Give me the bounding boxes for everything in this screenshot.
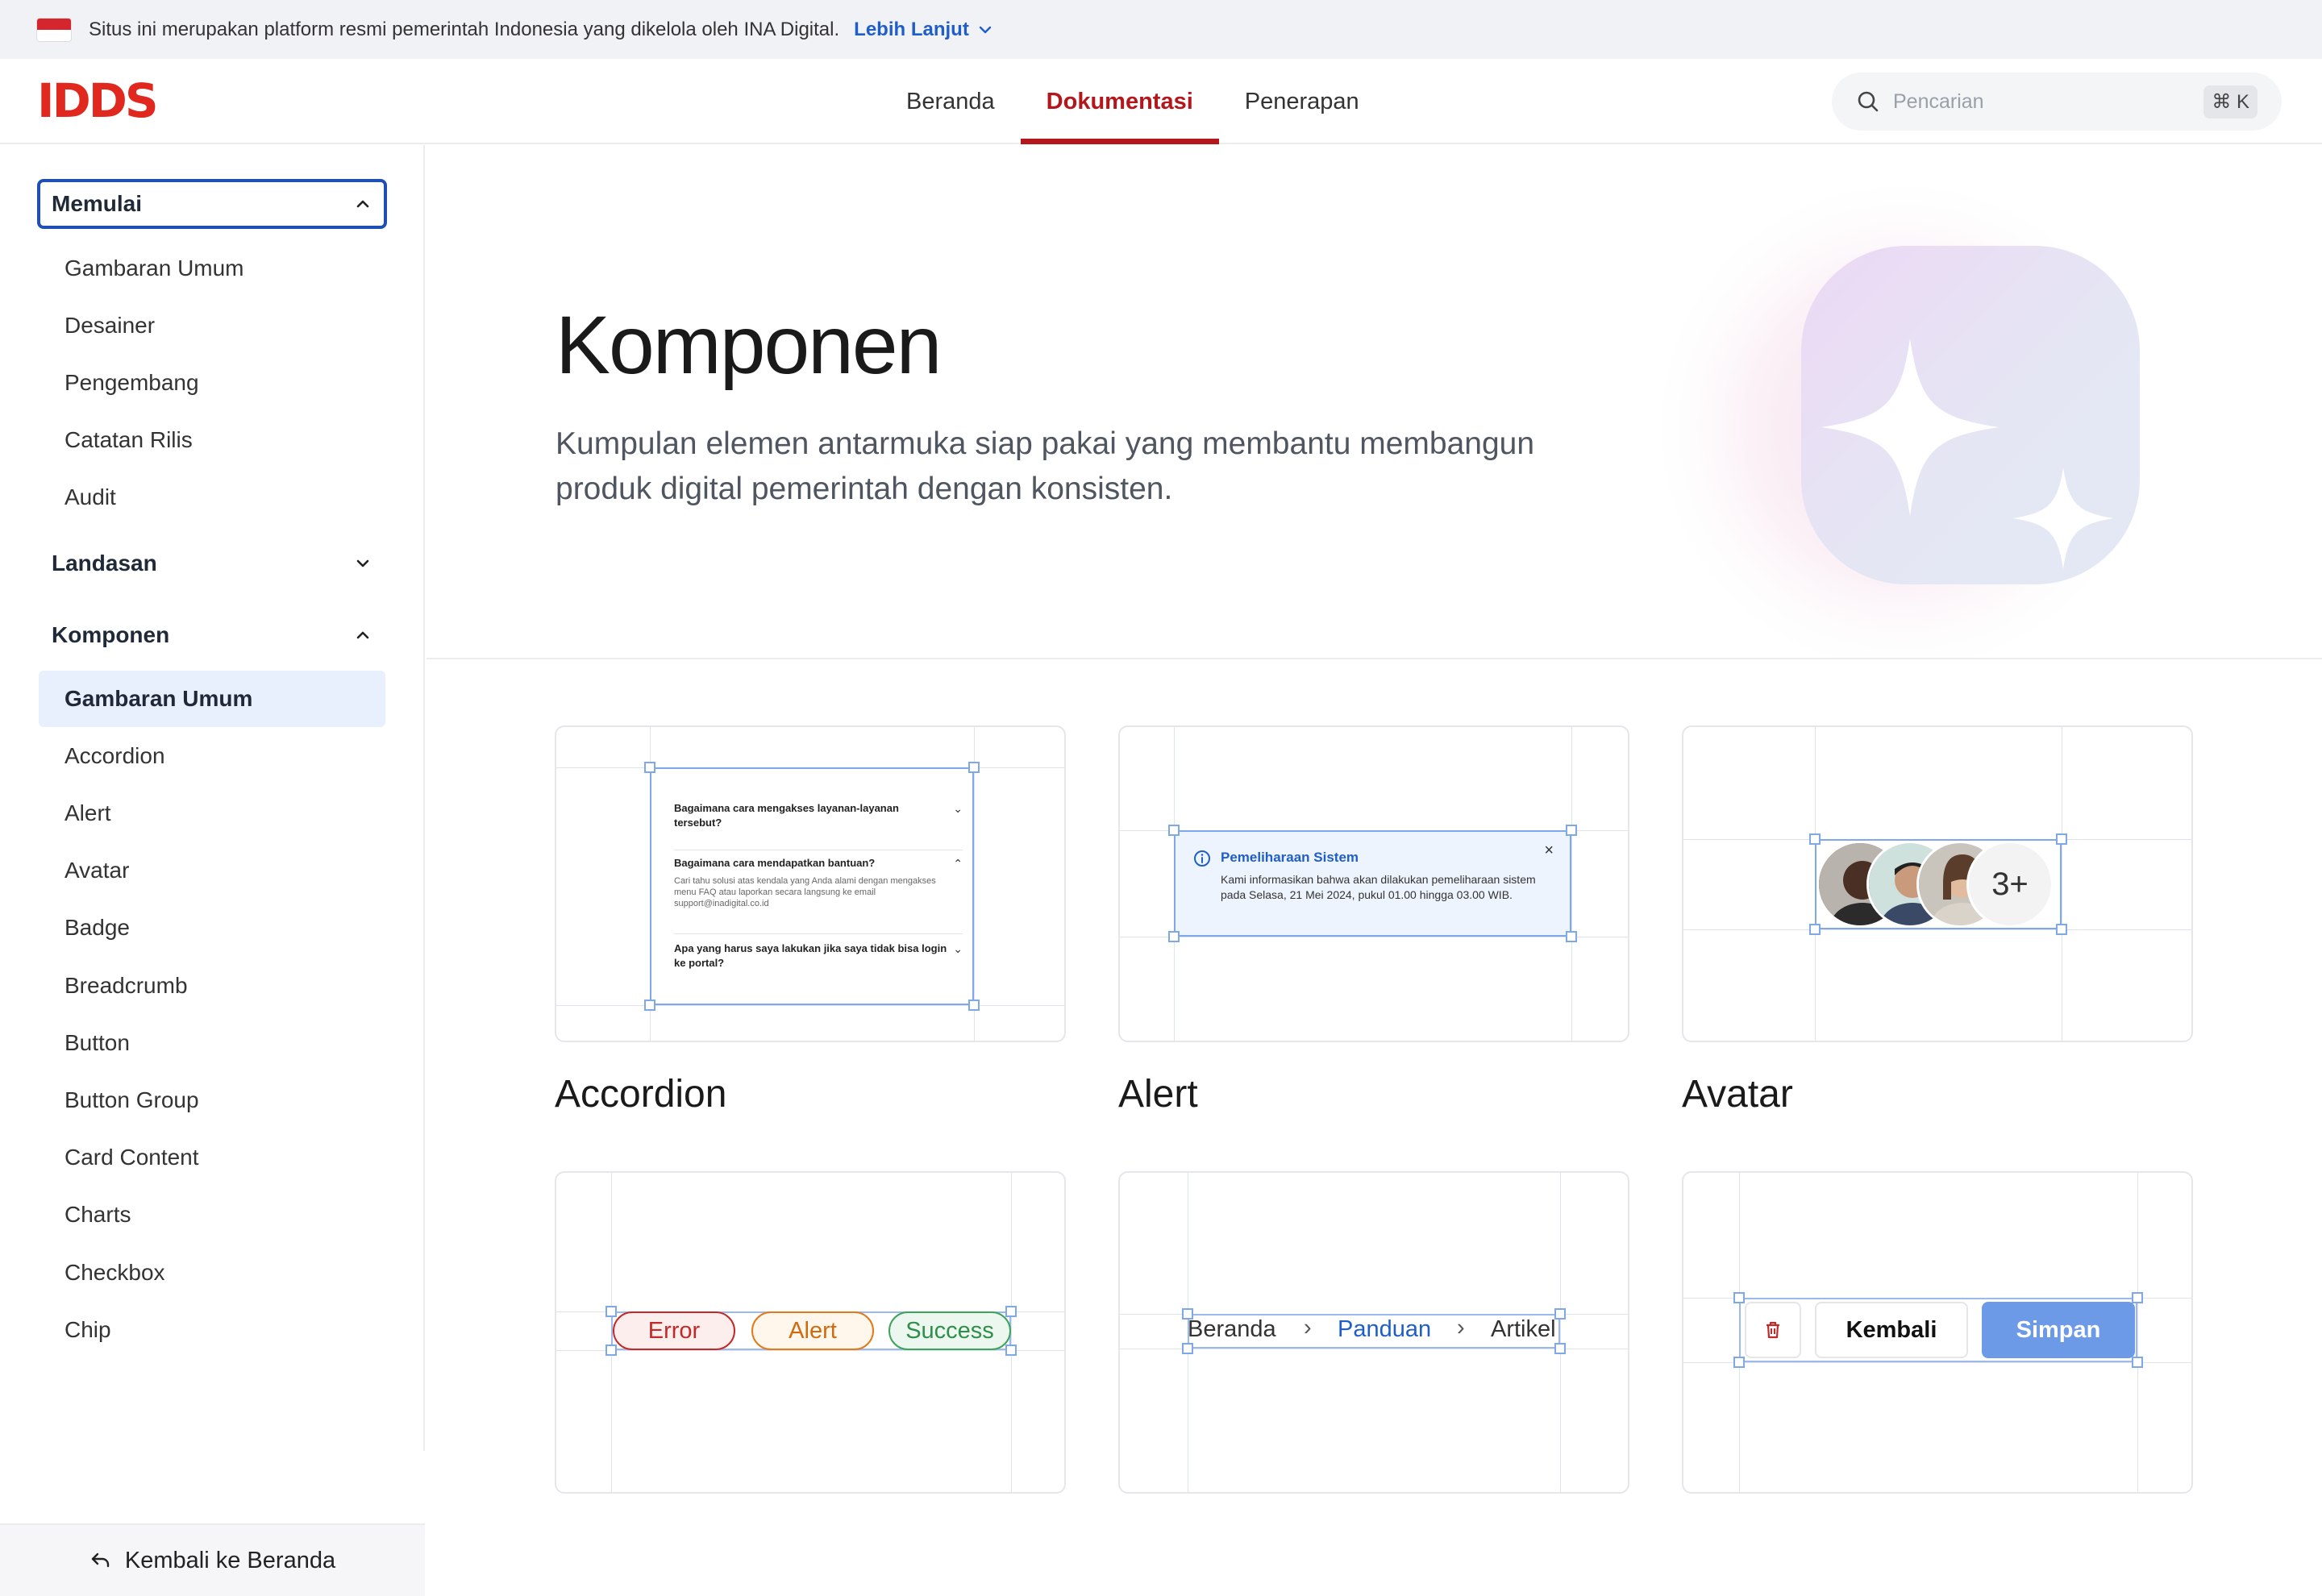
search-icon xyxy=(1858,91,1879,112)
site-header: IDDS Beranda Dokumentasi Penerapan ⌘ K xyxy=(0,59,2322,144)
section-title: Memulai xyxy=(52,191,143,216)
sidebar-item-catatan-rilis[interactable]: Catatan Rilis xyxy=(39,412,385,468)
alert-preview: Pemeliharaan Sistem Kami informasikan ba… xyxy=(1174,830,1571,937)
logo-text: IDDS xyxy=(37,73,159,128)
accordion-question-1: Bagaimana cara mengakses layanan-layanan… xyxy=(674,802,963,829)
sidebar-item-card-content[interactable]: Card Content xyxy=(39,1129,385,1186)
nav-item-beranda[interactable]: Beranda xyxy=(880,59,1021,144)
sidebar-item-avatar[interactable]: Avatar xyxy=(39,842,385,899)
card-preview: Bagaimana cara mengakses layanan-layanan… xyxy=(555,725,1066,1042)
accordion-question-2: Bagaimana cara mendapatkan bantuan? ⌃ Car… xyxy=(674,857,963,908)
banner-text: Situs ini merupakan platform resmi pemer… xyxy=(89,18,840,40)
return-arrow-icon xyxy=(91,1552,110,1568)
chevron-down-icon xyxy=(356,559,369,567)
sidebar-item-button-group[interactable]: Button Group xyxy=(39,1072,385,1128)
card-title: Avatar xyxy=(1682,1073,1793,1116)
breadcrumb-item: Beranda xyxy=(1188,1316,1276,1342)
hero-section: Komponen Kumpulan elemen antarmuka siap … xyxy=(427,145,2322,659)
idds-logo[interactable]: IDDS xyxy=(37,73,159,128)
government-banner: Situs ini merupakan platform resmi pemer… xyxy=(0,0,2322,59)
component-card-alert[interactable]: Pemeliharaan Sistem Kami informasikan ba… xyxy=(1118,725,1629,1120)
sidebar-item-audit[interactable]: Audit xyxy=(39,469,385,526)
breadcrumb-item: Panduan xyxy=(1338,1316,1432,1342)
sidebar-item-accordion[interactable]: Accordion xyxy=(39,728,385,784)
save-button: Simpan xyxy=(1982,1302,2135,1358)
nav-item-dokumentasi[interactable]: Dokumentasi xyxy=(1020,59,1219,144)
info-icon xyxy=(1194,850,1210,867)
component-card-badge[interactable]: Error Alert Success xyxy=(555,1171,1066,1494)
trash-icon xyxy=(1766,1321,1779,1339)
back-label: Kembali ke Beranda xyxy=(124,1547,336,1573)
sidebar-item-button[interactable]: Button xyxy=(39,1015,385,1071)
card-title: Accordion xyxy=(555,1073,727,1116)
component-card-button[interactable]: Kembali Simpan xyxy=(1682,1171,2193,1494)
sidebar-item-komponen-gambaran-umum[interactable]: Gambaran Umum xyxy=(39,671,385,727)
card-preview: Error Alert Success xyxy=(555,1171,1066,1494)
sidebar-section-komponen[interactable]: Komponen xyxy=(37,610,387,660)
search-box[interactable]: ⌘ K xyxy=(1832,73,2282,131)
delete-button xyxy=(1745,1302,1801,1358)
search-shortcut-badge: ⌘ K xyxy=(2203,85,2258,118)
sidebar-item-desainer[interactable]: Desainer xyxy=(39,297,385,354)
sidebar-item-breadcrumb[interactable]: Breadcrumb xyxy=(39,958,385,1014)
badge-error: Error xyxy=(613,1311,735,1350)
sidebar: Memulai Gambaran Umum Desainer Pengemban… xyxy=(0,145,425,1596)
sidebar-item-chip[interactable]: Chip xyxy=(39,1302,385,1358)
component-card-breadcrumb[interactable]: Beranda › Panduan › Artikel xyxy=(1118,1171,1629,1494)
breadcrumb-item: Artikel xyxy=(1491,1316,1556,1342)
back-to-home-button[interactable]: Kembali ke Beranda xyxy=(0,1523,425,1596)
card-preview: Pemeliharaan Sistem Kami informasikan ba… xyxy=(1118,725,1629,1042)
card-preview: Beranda › Panduan › Artikel xyxy=(1118,1171,1629,1494)
back-button: Kembali xyxy=(1815,1302,1968,1358)
alert-body: Kami informasikan bahwa akan dilakukan p… xyxy=(1221,873,1536,901)
main-nav: Beranda Dokumentasi Penerapan xyxy=(880,59,1385,144)
page-description: Kumpulan elemen antarmuka siap pakai yan… xyxy=(556,426,1535,506)
indonesia-flag-icon xyxy=(37,18,71,41)
sidebar-item-checkbox[interactable]: Checkbox xyxy=(39,1245,385,1301)
badge-alert: Alert xyxy=(751,1311,874,1350)
sidebar-item-gambaran-umum[interactable]: Gambaran Umum xyxy=(39,240,385,297)
card-preview: Kembali Simpan xyxy=(1682,1171,2193,1494)
sidebar-item-alert[interactable]: Alert xyxy=(39,785,385,842)
sparkle-illustration-icon xyxy=(1644,169,2160,658)
sidebar-item-charts[interactable]: Charts xyxy=(39,1187,385,1243)
banner-more-label: Lebih Lanjut xyxy=(854,18,969,40)
nav-item-penerapan[interactable]: Penerapan xyxy=(1219,59,1385,144)
component-card-avatar[interactable]: 3+ Avatar xyxy=(1682,725,2193,1120)
chevron-down-icon xyxy=(979,26,992,33)
sidebar-item-badge[interactable]: Badge xyxy=(39,900,385,956)
badge-success: Success xyxy=(888,1311,1011,1350)
avatar-more-badge: 3+ xyxy=(1966,841,2054,928)
accordion-question-3: Apa yang harus saya lakukan jika saya ti… xyxy=(674,942,963,969)
section-title: Landasan xyxy=(52,551,157,576)
chevron-right-icon: › xyxy=(1304,1315,1312,1340)
avatar-group-preview: 3+ xyxy=(1815,839,2062,929)
sidebar-section-memulai[interactable]: Memulai xyxy=(37,179,387,229)
banner-more-link[interactable]: Lebih Lanjut xyxy=(854,19,993,41)
search-input[interactable] xyxy=(1893,89,2204,114)
sidebar-section-landasan[interactable]: Landasan xyxy=(37,538,387,588)
card-title: Alert xyxy=(1118,1073,1198,1116)
accordion-preview: Bagaimana cara mengakses layanan-layanan… xyxy=(650,767,974,1005)
page-title: Komponen xyxy=(556,299,942,391)
alert-title: Pemeliharaan Sistem xyxy=(1221,850,1359,865)
chevron-up-icon xyxy=(356,200,369,208)
section-title: Komponen xyxy=(52,622,170,647)
chevron-right-icon: › xyxy=(1457,1315,1465,1340)
sidebar-item-pengembang[interactable]: Pengembang xyxy=(39,355,385,411)
card-preview: 3+ xyxy=(1682,725,2193,1042)
component-card-accordion[interactable]: Bagaimana cara mengakses layanan-layanan… xyxy=(555,725,1066,1120)
chevron-up-icon xyxy=(356,631,369,639)
close-icon: × xyxy=(1544,842,1554,859)
